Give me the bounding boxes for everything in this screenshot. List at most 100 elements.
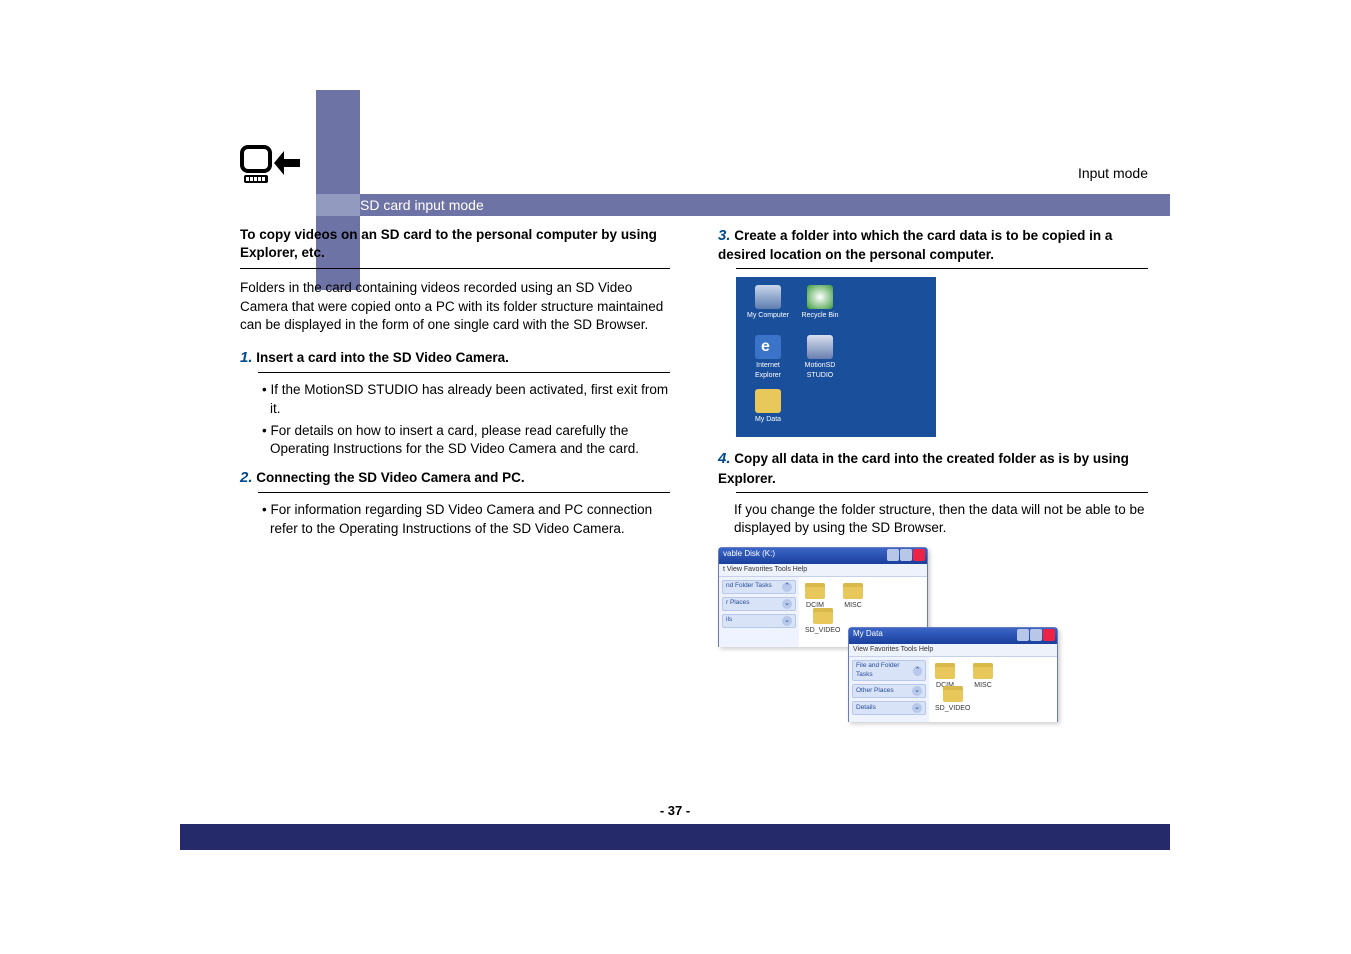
explorer-window-my-data: My Data View Favorites Tools Help File a…: [848, 627, 1058, 722]
divider: [258, 372, 670, 373]
chevron-icon: ⌄: [782, 599, 792, 609]
step-4-note: If you change the folder structure, then…: [734, 501, 1148, 537]
window-titlebar: My Data: [849, 628, 1057, 644]
explorer-sidepane: nd Folder Tasks ⌃ r Places ⌄ ils ⌄: [719, 577, 799, 647]
step-2-body: • For information regarding SD Video Cam…: [256, 501, 670, 537]
document-page: Input mode SD card input mode To copy vi…: [180, 90, 1170, 850]
explorer-sidepane: File and Folder Tasks⌃ Other Places ⌄ Det…: [849, 657, 929, 722]
minimize-icon: [1017, 629, 1029, 641]
ie-icon: [755, 335, 781, 359]
maximize-icon: [900, 549, 912, 561]
step-4: 4. Copy all data in the card into the cr…: [718, 449, 1148, 487]
sidepane-label: ils: [726, 616, 732, 625]
folder-icon: [843, 583, 863, 599]
sidepane-item: r Places ⌄: [722, 597, 796, 611]
sidepane-item: File and Folder Tasks⌃: [852, 660, 926, 682]
step-1-body: • If the MotionSD STUDIO has already bee…: [256, 381, 670, 458]
folder-label: MISC: [844, 602, 862, 609]
sidepane-label: Details: [856, 704, 876, 713]
folder-icon: [973, 663, 993, 679]
window-buttons: [887, 549, 925, 561]
my-computer-icon: My Computer: [744, 285, 792, 320]
icon-label: My Data: [755, 416, 781, 423]
bullet-item: • If the MotionSD STUDIO has already bee…: [256, 381, 670, 417]
folder-label: MISC: [974, 682, 992, 689]
figure-explorer-windows: vable Disk (K:) t View Favorites Tools H…: [718, 547, 1058, 727]
chevron-icon: ⌄: [912, 703, 922, 713]
chevron-icon: ⌄: [782, 616, 792, 626]
folder-item: SD_VIDEO: [805, 608, 840, 635]
divider: [736, 268, 1148, 269]
icon-label: Recycle Bin: [802, 312, 839, 319]
folder-item: MISC: [843, 583, 863, 610]
sidepane-label: r Places: [726, 599, 749, 608]
divider: [258, 492, 670, 493]
window-menu: View Favorites Tools Help: [849, 644, 1057, 656]
chevron-icon: ⌄: [912, 686, 922, 696]
step-heading: Insert a card into the SD Video Camera.: [256, 350, 509, 365]
desktop-screenshot: My Computer Recycle Bin Internet Explore…: [736, 277, 936, 437]
maximize-icon: [1030, 629, 1042, 641]
window-menu: t View Favorites Tools Help: [719, 564, 927, 576]
step-number: 4.: [718, 450, 731, 467]
step-heading: Connecting the SD Video Camera and PC.: [256, 470, 524, 485]
folder-label: SD_VIDEO: [805, 627, 840, 634]
chevron-icon: ⌃: [913, 666, 922, 676]
step-number: 3.: [718, 227, 731, 244]
mode-label: Input mode: [1078, 165, 1148, 181]
app-icon: [807, 335, 833, 359]
folder-label: SD_VIDEO: [935, 705, 970, 712]
divider: [736, 492, 1148, 493]
content-columns: To copy videos on an SD card to the pers…: [240, 226, 1148, 727]
camera-arrow-icon: [240, 145, 304, 194]
chevron-icon: ⌃: [782, 582, 792, 592]
sidepane-label: Other Places: [856, 687, 894, 696]
section-title-bar: SD card input mode: [316, 194, 1170, 216]
folder-icon: [755, 389, 781, 413]
sidepane-label: nd Folder Tasks: [726, 582, 772, 591]
sidepane-item: nd Folder Tasks ⌃: [722, 580, 796, 594]
figure-desktop: My Computer Recycle Bin Internet Explore…: [736, 277, 1148, 437]
step-3: 3. Create a folder into which the card d…: [718, 226, 1148, 264]
close-icon: [1043, 629, 1055, 641]
internet-explorer-icon: Internet Explorer: [744, 335, 792, 380]
step-1: 1. Insert a card into the SD Video Camer…: [240, 348, 670, 368]
sidepane-item: Other Places ⌄: [852, 684, 926, 698]
sidepane-label: File and Folder Tasks: [856, 662, 913, 680]
decorative-title-gap: [316, 194, 360, 216]
icon-label: My Computer: [747, 312, 789, 319]
window-buttons: [1017, 629, 1055, 641]
divider: [240, 268, 670, 269]
window-title: My Data: [853, 629, 883, 638]
sidepane-item: Details ⌄: [852, 701, 926, 715]
icon-label: MotionSD STUDIO: [805, 362, 836, 378]
folder-icon: [813, 608, 833, 624]
recycle-bin-icon: Recycle Bin: [796, 285, 844, 320]
left-column: To copy videos on an SD card to the pers…: [240, 226, 670, 727]
step-2: 2. Connecting the SD Video Camera and PC…: [240, 468, 670, 488]
minimize-icon: [887, 549, 899, 561]
folder-item: DCIM: [805, 583, 825, 610]
bullet-item: • For information regarding SD Video Cam…: [256, 501, 670, 537]
window-titlebar: vable Disk (K:): [719, 548, 927, 564]
sidepane-item: ils ⌄: [722, 614, 796, 628]
folder-icon: [935, 663, 955, 679]
folder-item: MISC: [973, 663, 993, 690]
recycle-icon: [807, 285, 833, 309]
folder-item: SD_VIDEO: [935, 686, 970, 713]
page-header: Input mode SD card input mode: [180, 90, 1170, 212]
intro-paragraph: Folders in the card containing videos re…: [240, 279, 670, 334]
close-icon: [913, 549, 925, 561]
folder-icon: [943, 686, 963, 702]
icon-label: Internet Explorer: [755, 362, 781, 378]
step-number: 2.: [240, 469, 253, 486]
subsection-heading: To copy videos on an SD card to the pers…: [240, 226, 670, 262]
step-heading: Copy all data in the card into the creat…: [718, 451, 1129, 485]
computer-icon: [755, 285, 781, 309]
motionsd-studio-icon: MotionSD STUDIO: [796, 335, 844, 380]
footer-bar: [180, 824, 1170, 850]
right-column: 3. Create a folder into which the card d…: [718, 226, 1148, 727]
window-title: vable Disk (K:): [723, 549, 775, 558]
step-heading: Create a folder into which the card data…: [718, 228, 1112, 262]
my-data-folder-icon: My Data: [744, 389, 792, 424]
